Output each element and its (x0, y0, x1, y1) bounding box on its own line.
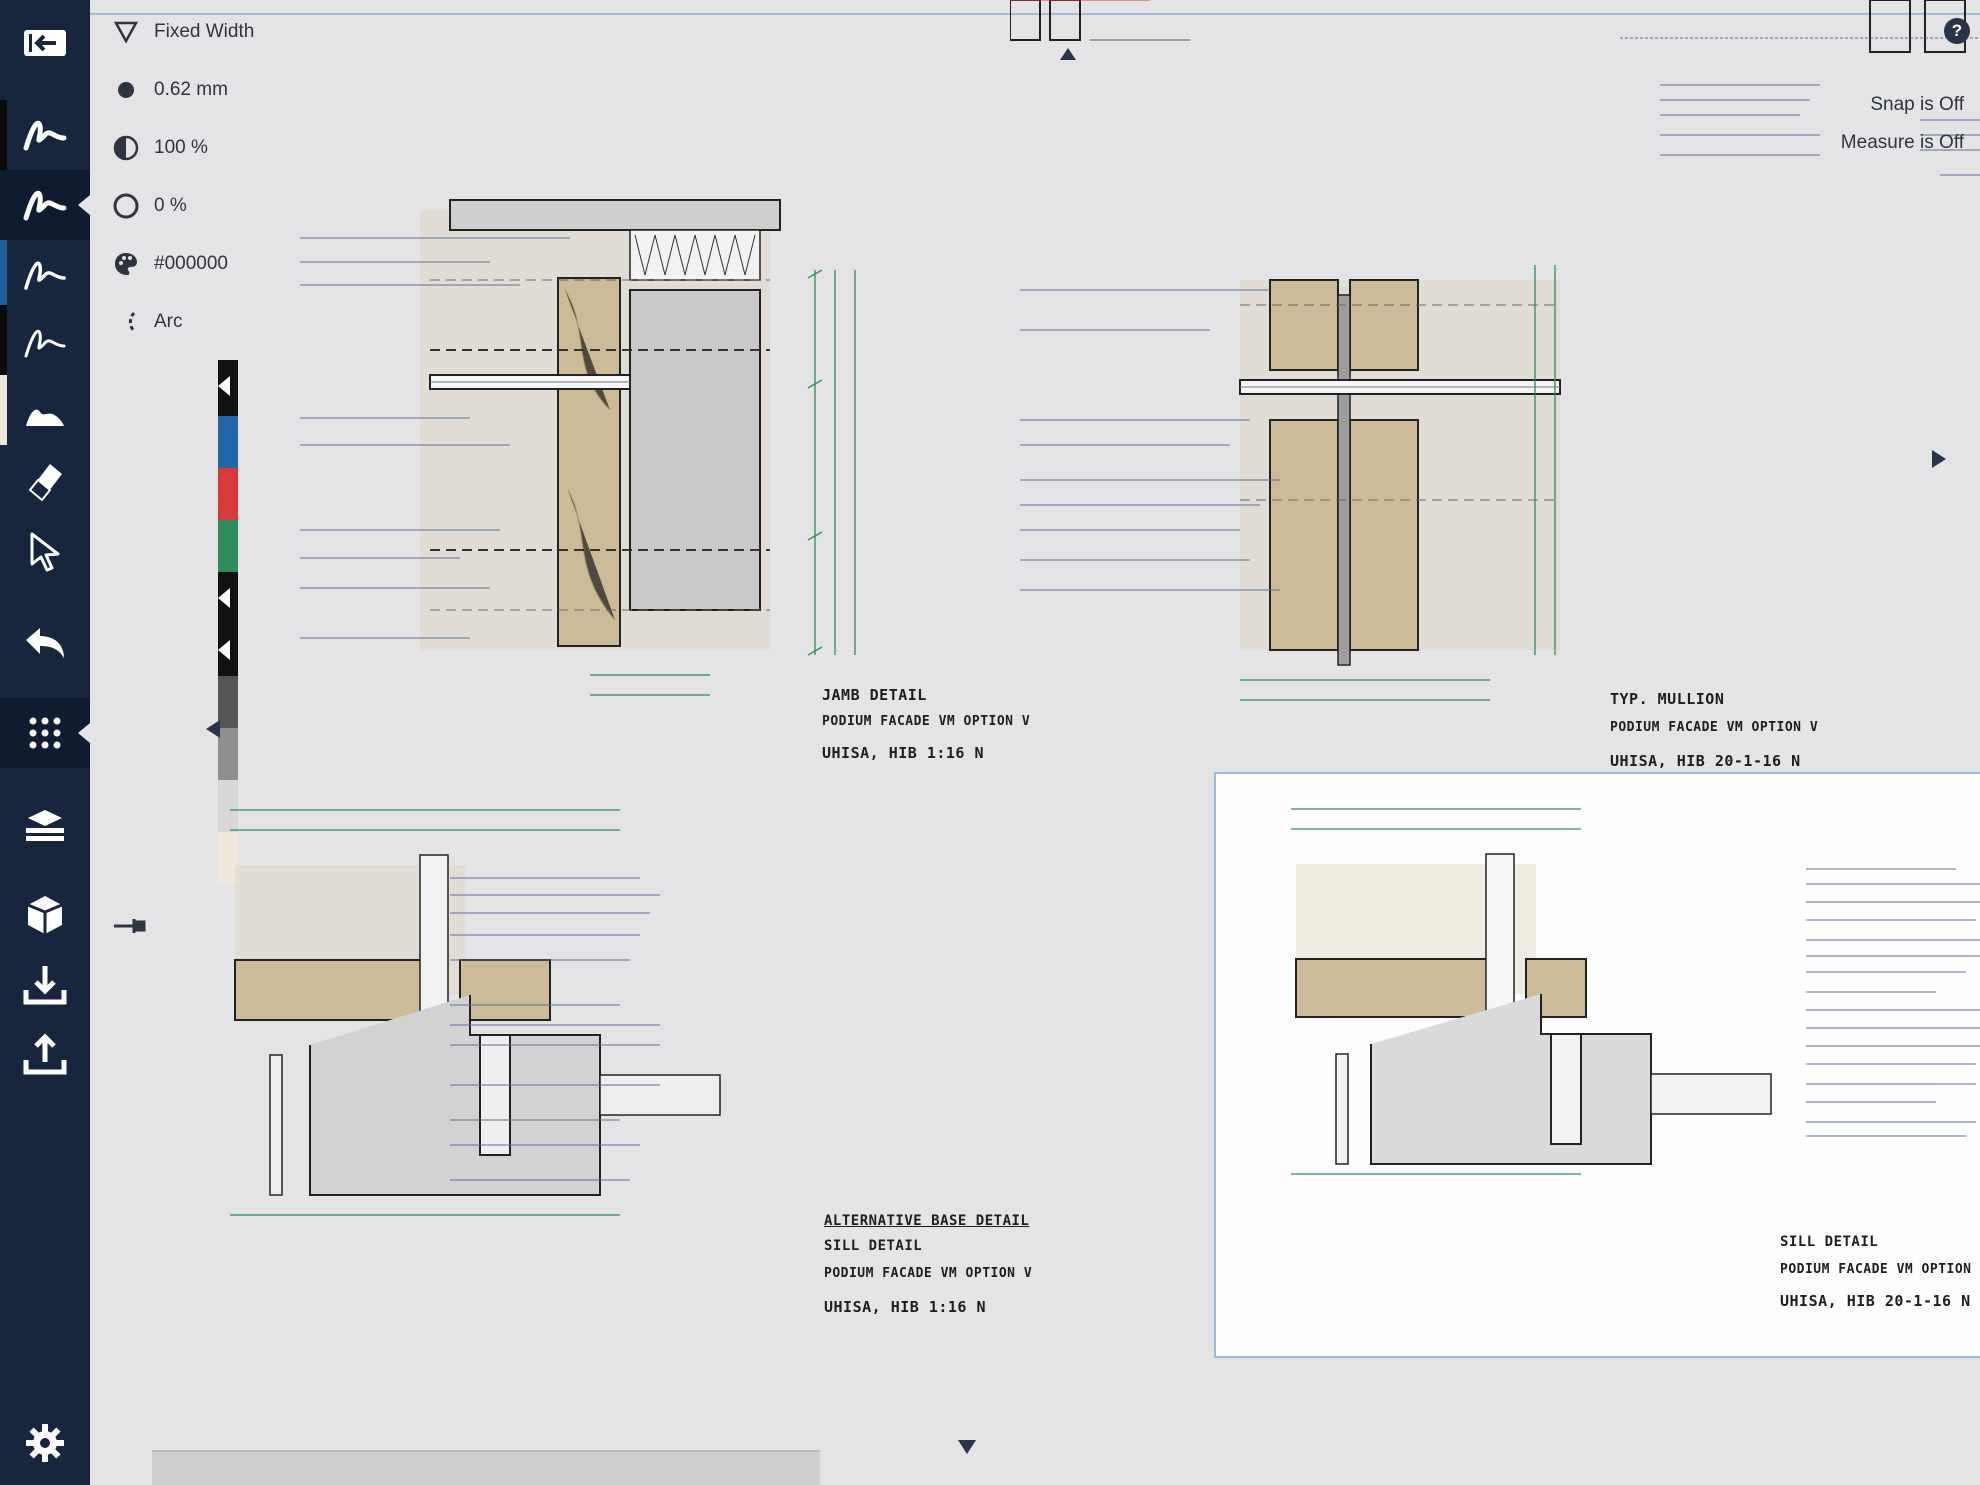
top-partial-drawing (1010, 0, 1190, 60)
mullion-drawing (1020, 265, 1561, 701)
fill-brush-tool[interactable] (0, 378, 90, 448)
settings-button[interactable] (0, 1408, 90, 1478)
pen-stroke-icon (24, 329, 66, 358)
pen-stroke-icon (23, 120, 67, 151)
help-button[interactable]: ? (1944, 18, 1970, 44)
selected-drawing-frame[interactable]: SILL DETAIL PODIUM FACADE VM OPTION V UH… (1214, 772, 1980, 1358)
eraser-icon (28, 464, 62, 502)
pan-right-arrow[interactable] (1932, 450, 1946, 468)
mullion-title: TYP. MULLION (1610, 690, 1725, 708)
import-button[interactable] (0, 950, 90, 1020)
layers-button[interactable] (0, 790, 90, 860)
pen-tool-4[interactable] (0, 308, 90, 378)
measure-status-label[interactable]: Measure is Off (1841, 124, 1964, 162)
tool-rail (0, 0, 90, 1485)
model-button[interactable] (0, 880, 90, 950)
active-tool-caret (78, 723, 90, 743)
pen-tool-2[interactable] (0, 170, 90, 240)
grid-tool[interactable] (0, 698, 90, 768)
jamb-title: JAMB DETAIL (822, 686, 927, 704)
select-arrow-icon (30, 532, 60, 572)
sill-detail-drawing (1291, 808, 1772, 1175)
layers-icon (26, 810, 64, 841)
pan-left-arrow[interactable] (206, 720, 220, 738)
pen-stroke-icon (24, 261, 66, 290)
fill-brush-icon (26, 409, 64, 426)
export-icon (23, 1033, 67, 1075)
pen-stroke-icon (23, 190, 67, 221)
pan-down-arrow[interactable] (958, 1440, 976, 1454)
select-tool[interactable] (0, 516, 90, 586)
import-icon (23, 966, 67, 1005)
sill-client: UHISA, HIB 20-1-16 N (1780, 1292, 1971, 1310)
collapse-toolbar-button[interactable] (0, 8, 90, 78)
gear-icon (26, 1424, 64, 1462)
sill-project: PODIUM FACADE VM OPTION V (1780, 1262, 1980, 1277)
jamb-annotations (240, 210, 390, 510)
alt-base-title: SILL DETAIL (824, 1238, 923, 1254)
cube-icon (27, 896, 63, 934)
collapse-panel-icon (24, 30, 66, 56)
mullion-project: PODIUM FACADE VM OPTION V (1610, 720, 1819, 735)
grid-icon (29, 717, 61, 749)
drawing-canvas[interactable]: ? Snap is Off Measure is Off JAMB DETAIL… (90, 0, 1980, 1485)
alternative-base-drawing (230, 809, 721, 1216)
export-button[interactable] (0, 1020, 90, 1090)
snap-status-label[interactable]: Snap is Off (1841, 86, 1964, 124)
undo-button[interactable] (0, 610, 90, 680)
alt-base-heading: ALTERNATIVE BASE DETAIL (824, 1213, 1030, 1229)
sill-title: SILL DETAIL (1780, 1234, 1879, 1250)
eraser-tool[interactable] (0, 446, 90, 516)
pen-tool-1[interactable] (0, 100, 90, 170)
sill-annotations (1806, 868, 1980, 1137)
active-tool-caret (78, 195, 90, 215)
alt-base-client: UHISA, HIB 1:16 N (824, 1298, 987, 1316)
pen-tool-3[interactable] (0, 240, 90, 310)
bottom-partial-drawing (152, 1450, 820, 1485)
undo-icon (26, 628, 64, 658)
mullion-client: UHISA, HIB 20-1-16 N (1610, 752, 1801, 770)
jamb-project: PODIUM FACADE VM OPTION V (822, 714, 1031, 729)
snap-measure-status: Snap is Off Measure is Off (1841, 86, 1964, 162)
jamb-client: UHISA, HIB 1:16 N (822, 744, 985, 762)
alt-base-project: PODIUM FACADE VM OPTION V (824, 1266, 1033, 1281)
